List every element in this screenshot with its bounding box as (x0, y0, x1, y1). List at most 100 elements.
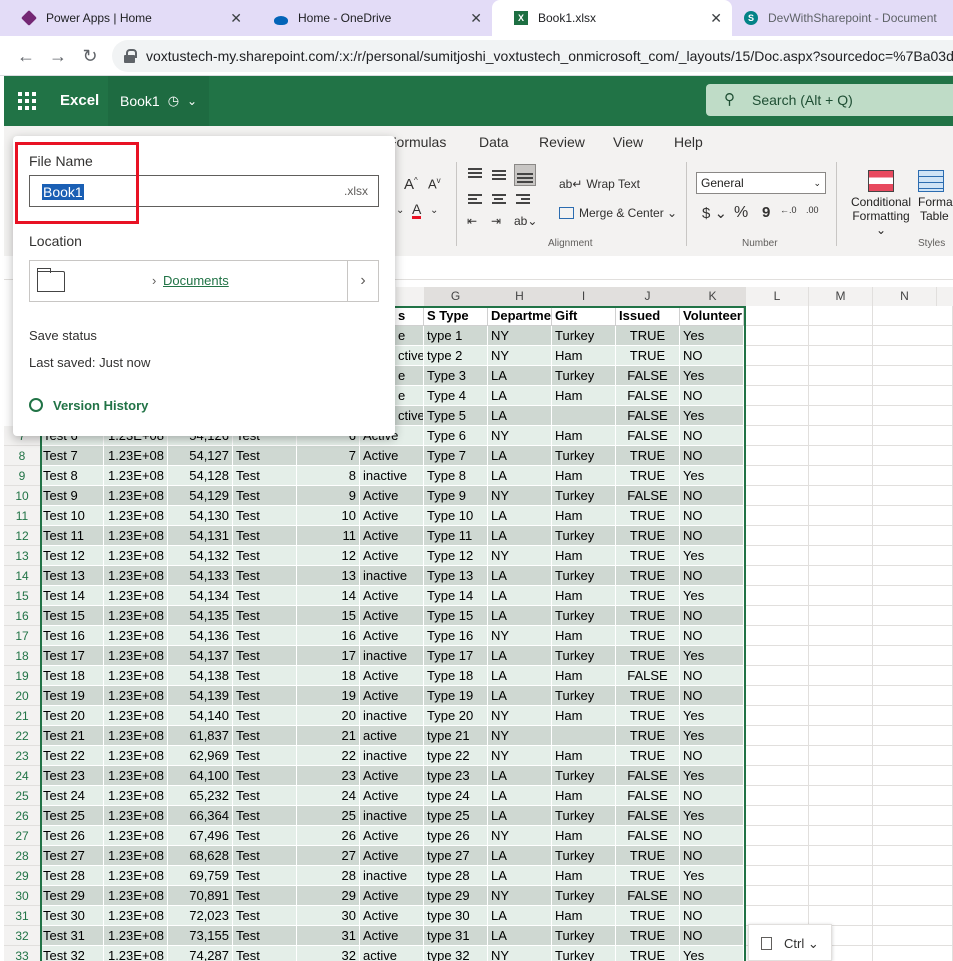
table-cell[interactable]: TRUE (616, 626, 680, 646)
row-header[interactable]: 12 (4, 526, 40, 546)
table-cell[interactable]: 24 (297, 786, 360, 806)
search-box[interactable]: ⚲ Search (Alt + Q) (706, 84, 953, 116)
empty-cell[interactable] (746, 646, 809, 666)
table-cell[interactable]: FALSE (616, 666, 680, 686)
table-cell[interactable]: Type 14 (424, 586, 488, 606)
table-cell[interactable]: 54,128 (168, 466, 233, 486)
increase-font-size-icon[interactable]: A^ (404, 176, 418, 193)
empty-cell[interactable] (809, 706, 873, 726)
table-cell[interactable]: 54,129 (168, 486, 233, 506)
table-cell[interactable]: 27 (297, 846, 360, 866)
table-cell[interactable]: 1.23E+08 (104, 886, 168, 906)
table-cell[interactable]: 1.23E+08 (104, 446, 168, 466)
table-cell[interactable]: 29 (297, 886, 360, 906)
table-cell[interactable]: 11 (297, 526, 360, 546)
empty-cell[interactable] (873, 446, 953, 466)
row-header[interactable]: 8 (4, 446, 40, 466)
table-cell[interactable]: Test 20 (40, 706, 104, 726)
empty-cell[interactable] (873, 566, 953, 586)
table-cell[interactable]: 10 (297, 506, 360, 526)
document-name-button[interactable]: Book1 ◷ ⌄ (108, 76, 210, 126)
table-cell[interactable]: 23 (297, 766, 360, 786)
table-cell[interactable]: Test 21 (40, 726, 104, 746)
table-cell[interactable]: 8 (297, 466, 360, 486)
table-cell[interactable]: NO (680, 906, 744, 926)
empty-cell[interactable] (873, 386, 953, 406)
table-cell[interactable]: NY (488, 326, 552, 346)
row-header[interactable]: 33 (4, 946, 40, 961)
row-header[interactable]: 27 (4, 826, 40, 846)
table-cell[interactable]: e (395, 366, 424, 386)
table-cell[interactable]: 54,134 (168, 586, 233, 606)
row-header[interactable]: 26 (4, 806, 40, 826)
row-header[interactable]: 18 (4, 646, 40, 666)
wrap-text-button[interactable]: ab↵ Wrap Text (559, 177, 640, 191)
table-cell[interactable]: Yes (680, 406, 744, 426)
table-cell[interactable]: Ham (552, 586, 616, 606)
table-cell[interactable]: Turkey (552, 886, 616, 906)
table-cell[interactable]: Type 7 (424, 446, 488, 466)
table-cell[interactable]: inactive (360, 466, 424, 486)
table-cell[interactable]: 12 (297, 546, 360, 566)
empty-cell[interactable] (873, 606, 953, 626)
table-cell[interactable]: type 25 (424, 806, 488, 826)
table-cell[interactable]: inactive (360, 566, 424, 586)
increase-decimal-icon[interactable]: ←.0 (780, 205, 797, 215)
row-header[interactable]: 17 (4, 626, 40, 646)
table-cell[interactable]: Test (233, 506, 297, 526)
table-cell[interactable]: Test 10 (40, 506, 104, 526)
table-cell[interactable]: Test 28 (40, 866, 104, 886)
table-cell[interactable]: Turkey (552, 686, 616, 706)
table-cell[interactable]: TRUE (616, 646, 680, 666)
table-cell[interactable]: Test 13 (40, 566, 104, 586)
number-format-select[interactable]: General ⌄ (696, 172, 826, 194)
table-cell[interactable]: LA (488, 646, 552, 666)
empty-cell[interactable] (746, 786, 809, 806)
table-cell[interactable]: 1.23E+08 (104, 846, 168, 866)
table-cell[interactable]: 54,133 (168, 566, 233, 586)
table-cell[interactable]: Test (233, 946, 297, 961)
table-cell[interactable]: LA (488, 366, 552, 386)
empty-cell[interactable] (746, 726, 809, 746)
table-cell[interactable]: Test 8 (40, 466, 104, 486)
table-cell[interactable]: Active (360, 666, 424, 686)
table-cell[interactable]: Test (233, 526, 297, 546)
tab-help[interactable]: Help (674, 134, 703, 150)
table-cell[interactable]: Test (233, 606, 297, 626)
version-history-link[interactable]: Version History (29, 398, 148, 413)
column-header[interactable]: M (809, 287, 873, 306)
empty-cell[interactable] (809, 666, 873, 686)
row-header[interactable]: 22 (4, 726, 40, 746)
font-color-icon[interactable]: A (412, 202, 422, 219)
table-cell[interactable]: Type 19 (424, 686, 488, 706)
row-header[interactable]: 11 (4, 506, 40, 526)
empty-cell[interactable] (873, 666, 953, 686)
table-cell[interactable]: LA (488, 906, 552, 926)
table-cell[interactable]: Test 32 (40, 946, 104, 961)
table-cell[interactable]: NY (488, 626, 552, 646)
table-cell[interactable]: 32 (297, 946, 360, 961)
table-cell[interactable]: Ham (552, 706, 616, 726)
table-cell[interactable]: Yes (680, 326, 744, 346)
table-cell[interactable]: LA (488, 586, 552, 606)
table-cell[interactable]: Test 18 (40, 666, 104, 686)
table-cell[interactable]: Test 9 (40, 486, 104, 506)
table-cell[interactable]: TRUE (616, 446, 680, 466)
table-cell[interactable]: 14 (297, 586, 360, 606)
empty-cell[interactable] (809, 446, 873, 466)
table-cell[interactable]: inactive (360, 646, 424, 666)
table-cell[interactable]: LA (488, 446, 552, 466)
table-cell[interactable]: Active (360, 786, 424, 806)
table-header-cell[interactable]: Gift (552, 306, 616, 326)
empty-cell[interactable] (809, 406, 873, 426)
table-cell[interactable]: Yes (680, 726, 744, 746)
reload-icon[interactable]: ↻ (78, 44, 102, 68)
table-cell[interactable]: 67,496 (168, 826, 233, 846)
empty-cell[interactable] (873, 946, 953, 961)
empty-cell[interactable] (809, 846, 873, 866)
table-cell[interactable]: 54,130 (168, 506, 233, 526)
table-cell[interactable]: Test (233, 846, 297, 866)
table-cell[interactable]: Turkey (552, 606, 616, 626)
empty-cell[interactable] (873, 466, 953, 486)
table-cell[interactable]: 1.23E+08 (104, 686, 168, 706)
